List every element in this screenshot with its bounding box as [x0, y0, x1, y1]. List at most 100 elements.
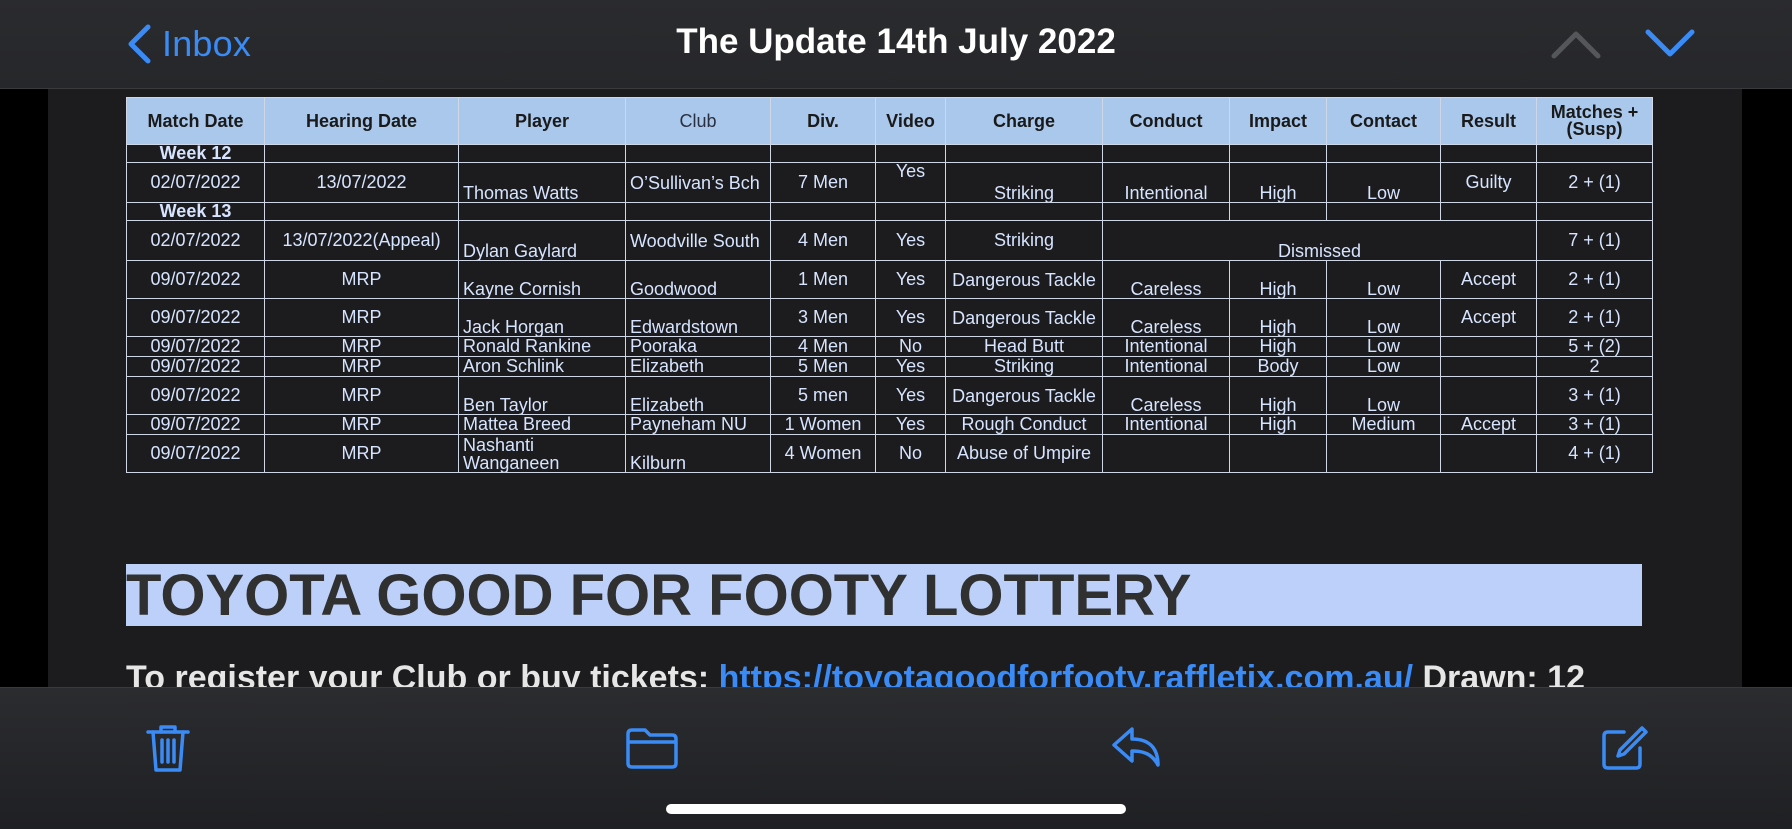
cell-matches: 2 + (1) — [1536, 298, 1653, 337]
cell-hearing-date: MRP — [264, 336, 459, 357]
cell-division: 7 Men — [770, 162, 876, 203]
cell-matches: 2 + (1) — [1536, 260, 1653, 299]
reply-icon — [1112, 727, 1160, 767]
cell-conduct: Intentional — [1102, 414, 1230, 435]
cell-video: Yes — [875, 220, 946, 261]
nav-bar: Inbox The Update 14th July 2022 — [0, 0, 1792, 89]
table-row: 09/07/2022 MRP Jack Horgan Edwardstown 3… — [126, 298, 1653, 337]
table-row: 09/07/2022 MRP Nashanti Wanganeen Kilbur… — [126, 434, 1653, 473]
cell-hearing-date: MRP — [264, 356, 459, 377]
table-row: 02/07/2022 13/07/2022(Appeal) Dylan Gayl… — [126, 220, 1653, 261]
cell-charge: Rough Conduct — [945, 414, 1103, 435]
folder-icon — [626, 728, 678, 769]
table-row: 09/07/2022 MRP Mattea Breed Payneham NU … — [126, 414, 1653, 435]
cell-hearing-date: MRP — [264, 260, 459, 299]
cell-video: Yes — [875, 260, 946, 299]
cell-charge: Dangerous Tackle — [945, 260, 1103, 299]
column-header: Contact — [1326, 97, 1441, 145]
cell-video: No — [875, 434, 946, 473]
cell-player: Aron Schlink — [458, 356, 626, 377]
cell-conduct: Intentional — [1102, 336, 1230, 357]
cell-video: Yes — [875, 356, 946, 377]
cell-matches: 3 + (1) — [1536, 376, 1653, 415]
cell-result: Accept — [1440, 260, 1537, 299]
cell-video: Yes — [875, 162, 946, 203]
cell-player: Dylan Gaylard — [458, 220, 626, 261]
cell-hearing-date: MRP — [264, 298, 459, 337]
move-to-folder-button[interactable] — [622, 718, 682, 778]
column-header: Div. — [770, 97, 876, 145]
reply-button[interactable] — [1106, 718, 1166, 778]
cell-result — [1440, 434, 1537, 473]
drawn-text: Drawn: 12 — [1413, 659, 1585, 687]
next-message-button[interactable] — [1644, 22, 1696, 66]
cell-contact: Low — [1326, 336, 1441, 357]
cell-match-date: 09/07/2022 — [126, 336, 265, 357]
cell-matches: 2 — [1536, 356, 1653, 377]
cell-match-date: 09/07/2022 — [126, 376, 265, 415]
raffle-link[interactable]: https://toyotagoodforfooty.raffletix.com… — [719, 659, 1413, 687]
register-text: To register your Club or buy tickets: — [126, 659, 719, 687]
cell-match-date: 09/07/2022 — [126, 260, 265, 299]
cell-video: No — [875, 336, 946, 357]
cell-club: Pooraka — [625, 336, 771, 357]
table-row: 09/07/2022 MRP Ronald Rankine Pooraka 4 … — [126, 336, 1653, 357]
cell-matches: 7 + (1) — [1536, 220, 1653, 261]
cell-division: 4 Men — [770, 220, 876, 261]
cell-charge: Dangerous Tackle — [945, 376, 1103, 415]
table-row: 09/07/2022 MRP Aron Schlink Elizabeth 5 … — [126, 356, 1653, 377]
bottom-toolbar — [0, 687, 1792, 829]
cell-match-date: 09/07/2022 — [126, 414, 265, 435]
cell-club: Woodville South — [625, 220, 771, 261]
chevron-up-icon — [1551, 31, 1601, 59]
table-header-row: Match Date Hearing Date Player Club Div.… — [126, 97, 1653, 145]
cell-impact: Body — [1229, 356, 1327, 377]
cell-video: Yes — [875, 298, 946, 337]
cell-hearing-date: 13/07/2022(Appeal) — [264, 220, 459, 261]
cell-contact: Low — [1326, 356, 1441, 377]
cell-conduct: Intentional — [1102, 162, 1230, 203]
cell-impact — [1229, 434, 1327, 473]
cell-match-date: 09/07/2022 — [126, 298, 265, 337]
cell-match-date: 02/07/2022 — [126, 220, 265, 261]
cell-player: Ronald Rankine — [458, 336, 626, 357]
cell-club: Elizabeth — [625, 356, 771, 377]
cell-division: 5 Men — [770, 356, 876, 377]
compose-button[interactable] — [1594, 718, 1654, 778]
cell-matches: 3 + (1) — [1536, 414, 1653, 435]
cell-impact: High — [1229, 336, 1327, 357]
cell-club: Goodwood — [625, 260, 771, 299]
cell-result — [1440, 336, 1537, 357]
cell-club: Elizabeth — [625, 376, 771, 415]
tribunal-results-table: Match Date Hearing Date Player Club Div.… — [126, 97, 1653, 473]
column-header: Result — [1440, 97, 1537, 145]
week-label: Week 12 — [126, 144, 265, 163]
cell-matches: 2 + (1) — [1536, 162, 1653, 203]
delete-button[interactable] — [138, 718, 198, 778]
cell-division: 1 Women — [770, 414, 876, 435]
cell-player: Ben Taylor — [458, 376, 626, 415]
lottery-heading: TOYOTA GOOD FOR FOOTY LOTTERY — [126, 564, 1642, 626]
cell-club: Payneham NU — [625, 414, 771, 435]
cell-hearing-date: MRP — [264, 434, 459, 473]
cell-player: Nashanti Wanganeen — [458, 434, 626, 473]
cell-matches: 5 + (2) — [1536, 336, 1653, 357]
cell-match-date: 09/07/2022 — [126, 356, 265, 377]
cell-hearing-date: MRP — [264, 414, 459, 435]
cell-conduct: Careless — [1102, 376, 1230, 415]
cell-charge: Striking — [945, 162, 1103, 203]
week-row: Week 13 — [126, 202, 1653, 221]
cell-result: Guilty — [1440, 162, 1537, 203]
column-header: Charge — [945, 97, 1103, 145]
cell-video: Yes — [875, 376, 946, 415]
cell-match-date: 02/07/2022 — [126, 162, 265, 203]
previous-message-button[interactable] — [1550, 22, 1602, 66]
cell-player: Kayne Cornish — [458, 260, 626, 299]
chevron-down-icon — [1645, 29, 1695, 57]
cell-division: 5 men — [770, 376, 876, 415]
cell-division: 4 Men — [770, 336, 876, 357]
cell-charge: Abuse of Umpire — [945, 434, 1103, 473]
home-indicator[interactable] — [666, 804, 1126, 814]
email-body[interactable]: Match Date Hearing Date Player Club Div.… — [48, 89, 1742, 687]
register-line: To register your Club or buy tickets: ht… — [126, 659, 1585, 687]
